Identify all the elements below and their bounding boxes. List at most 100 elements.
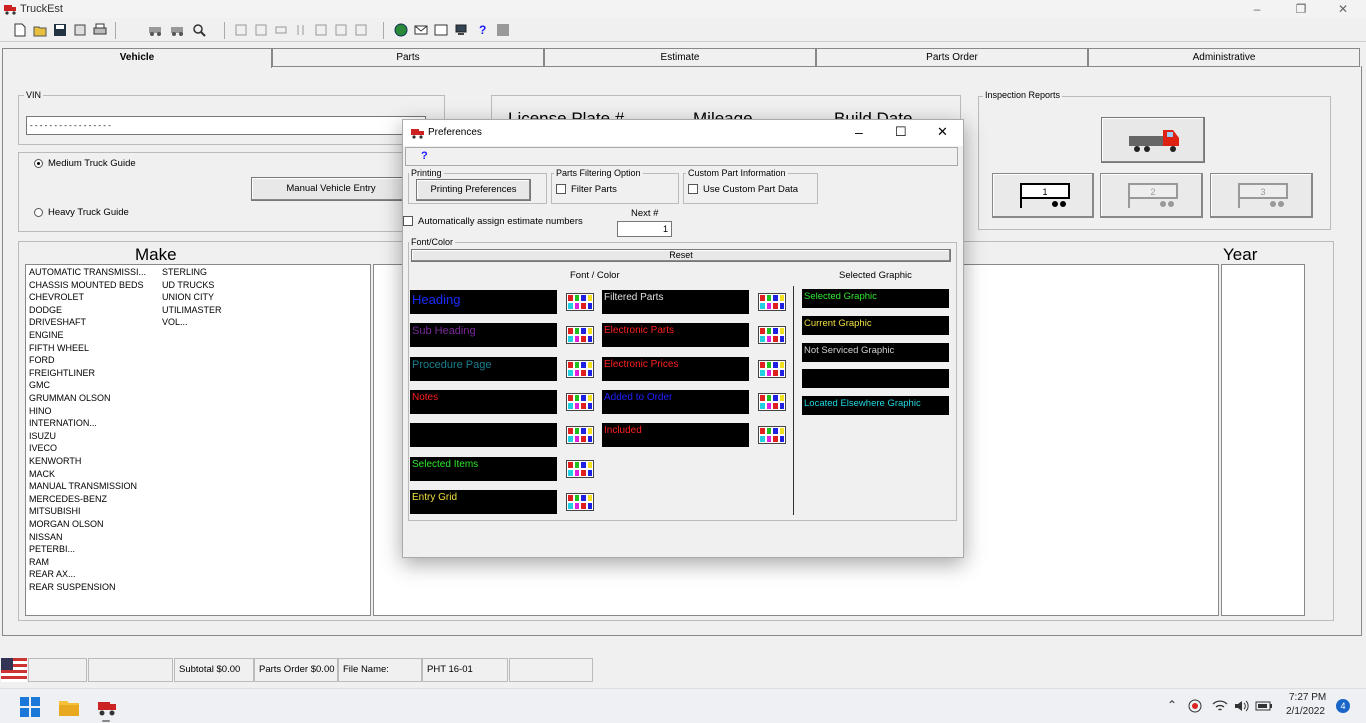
- printing-preferences-button[interactable]: Printing Preferences: [416, 179, 531, 201]
- globe-icon[interactable]: [394, 23, 408, 37]
- use-custom-part-data-checkbox[interactable]: Use Custom Part Data: [688, 184, 798, 195]
- print-preview-icon[interactable]: [73, 23, 87, 37]
- color-palette-icon[interactable]: [566, 392, 594, 411]
- wifi-icon[interactable]: [1212, 699, 1228, 713]
- make-list-item[interactable]: REAR AX...: [29, 569, 76, 579]
- make-list-item[interactable]: CHASSIS MOUNTED BEDS: [29, 280, 144, 290]
- print-icon[interactable]: [93, 23, 107, 37]
- close-button[interactable]: ✕: [1326, 0, 1360, 18]
- dialog-help-icon[interactable]: ?: [421, 150, 428, 162]
- font-style-sample[interactable]: Electronic Prices: [602, 356, 749, 381]
- battery-icon[interactable]: [1255, 699, 1273, 713]
- make-list-item[interactable]: REAR SUSPENSION: [29, 582, 116, 592]
- font-style-sample[interactable]: Selected Items: [410, 456, 557, 481]
- font-style-sample[interactable]: Heading: [410, 290, 557, 314]
- make-list-item[interactable]: FIFTH WHEEL: [29, 343, 89, 353]
- computer-icon[interactable]: [454, 23, 468, 37]
- make-list-item[interactable]: GMC: [29, 380, 50, 390]
- medium-truck-guide-radio[interactable]: Medium Truck Guide: [34, 158, 136, 169]
- file-explorer-icon[interactable]: [58, 697, 80, 717]
- graphic-style-sample[interactable]: Current Graphic: [802, 315, 949, 335]
- make-list-item[interactable]: CHEVROLET: [29, 292, 84, 302]
- stop-icon[interactable]: [496, 23, 510, 37]
- trailer-3-button[interactable]: 3: [1210, 173, 1313, 218]
- color-palette-icon[interactable]: [566, 293, 594, 311]
- heavy-truck-guide-radio[interactable]: Heavy Truck Guide: [34, 207, 129, 218]
- trailer-1-button[interactable]: 1: [992, 173, 1094, 218]
- make-list-item[interactable]: MERCEDES-BENZ: [29, 494, 107, 504]
- make-list-item[interactable]: GRUMMAN OLSON: [29, 393, 111, 403]
- graphic-style-sample[interactable]: Not Serviced Graphic: [802, 342, 949, 362]
- auto-assign-checkbox[interactable]: Automatically assign estimate numbers: [403, 216, 583, 227]
- make-list-item[interactable]: DRIVESHAFT: [29, 317, 86, 327]
- email-icon[interactable]: [414, 23, 428, 37]
- font-style-sample[interactable]: Included: [602, 423, 749, 448]
- notification-badge[interactable]: 4: [1336, 699, 1350, 713]
- list-tool-6-icon[interactable]: [354, 23, 368, 37]
- color-palette-icon[interactable]: [566, 426, 594, 445]
- color-palette-icon[interactable]: [758, 392, 786, 411]
- font-style-sample[interactable]: Added to Order: [602, 389, 749, 414]
- make-list-item[interactable]: INTERNATION...: [29, 418, 97, 428]
- save-icon[interactable]: [53, 23, 67, 37]
- make-list-item[interactable]: DODGE: [29, 305, 62, 315]
- list-tool-2-icon[interactable]: [254, 23, 268, 37]
- new-file-icon[interactable]: [13, 23, 27, 37]
- windows-start-icon[interactable]: [20, 697, 40, 717]
- graphic-style-sample[interactable]: [802, 369, 949, 389]
- list-tool-3-icon[interactable]: [274, 23, 288, 37]
- list-tool-4-icon[interactable]: [314, 23, 328, 37]
- make-list-item[interactable]: AUTOMATIC TRANSMISSI...: [29, 267, 146, 277]
- vin-input[interactable]: - - - - - - - - - - - - - - - - -: [26, 116, 426, 135]
- truck-inspection-button[interactable]: [1101, 117, 1205, 163]
- make-list-item[interactable]: PETERBI...: [29, 544, 75, 554]
- zoom-icon[interactable]: [192, 23, 206, 37]
- font-style-sample[interactable]: Procedure Page: [410, 356, 557, 381]
- color-palette-icon[interactable]: [758, 326, 786, 345]
- dialog-maximize-button[interactable]: ☐: [895, 124, 907, 140]
- make-list-item[interactable]: MACK: [29, 469, 55, 479]
- tab-administrative[interactable]: Administrative: [1088, 48, 1360, 67]
- clock-time[interactable]: 7:27 PM: [1289, 692, 1326, 703]
- contacts-icon[interactable]: [434, 23, 448, 37]
- graphic-style-sample[interactable]: Selected Graphic: [802, 289, 949, 308]
- font-style-sample[interactable]: Filtered Parts: [602, 290, 749, 314]
- make-list-item[interactable]: UD TRUCKS: [162, 280, 214, 290]
- color-palette-icon[interactable]: [566, 459, 594, 478]
- volume-icon[interactable]: [1234, 699, 1250, 713]
- trailer-2-button[interactable]: 2: [1100, 173, 1203, 218]
- tab-vehicle[interactable]: Vehicle: [2, 48, 272, 68]
- color-palette-icon[interactable]: [566, 326, 594, 345]
- make-list-item[interactable]: KENWORTH: [29, 456, 81, 466]
- tab-estimate[interactable]: Estimate: [544, 48, 816, 67]
- color-palette-icon[interactable]: [566, 492, 594, 511]
- make-list-item[interactable]: MITSUBISHI: [29, 506, 81, 516]
- dialog-minimize-button[interactable]: –: [855, 124, 863, 140]
- font-style-sample[interactable]: [410, 423, 557, 448]
- make-list-item[interactable]: MORGAN OLSON: [29, 519, 104, 529]
- make-list-item[interactable]: VOL...: [162, 317, 188, 327]
- color-palette-icon[interactable]: [758, 293, 786, 311]
- record-icon[interactable]: [1188, 699, 1202, 713]
- chevron-up-icon[interactable]: ⌃: [1167, 698, 1177, 712]
- color-palette-icon[interactable]: [566, 359, 594, 378]
- help-icon[interactable]: ?: [479, 23, 486, 37]
- truck-right-icon[interactable]: [170, 23, 184, 37]
- manual-vehicle-entry-button[interactable]: Manual Vehicle Entry: [251, 177, 411, 201]
- make-list-item[interactable]: NISSAN: [29, 532, 63, 542]
- make-list-item[interactable]: HINO: [29, 406, 52, 416]
- sort-icon[interactable]: [294, 23, 308, 37]
- list-tool-1-icon[interactable]: [234, 23, 248, 37]
- tab-parts[interactable]: Parts: [272, 48, 544, 67]
- truck-left-icon[interactable]: [148, 23, 162, 37]
- next-number-input[interactable]: 1: [617, 221, 672, 237]
- font-style-sample[interactable]: Sub Heading: [410, 323, 557, 348]
- year-list[interactable]: [1221, 264, 1305, 616]
- font-style-sample[interactable]: Notes: [410, 389, 557, 414]
- make-list-item[interactable]: ENGINE: [29, 330, 64, 340]
- maximize-button[interactable]: ❐: [1284, 0, 1318, 18]
- color-palette-icon[interactable]: [758, 359, 786, 378]
- graphic-style-sample[interactable]: Located Elsewhere Graphic: [802, 396, 949, 416]
- font-style-sample[interactable]: Entry Grid: [410, 489, 557, 514]
- make-list-item[interactable]: FORD: [29, 355, 55, 365]
